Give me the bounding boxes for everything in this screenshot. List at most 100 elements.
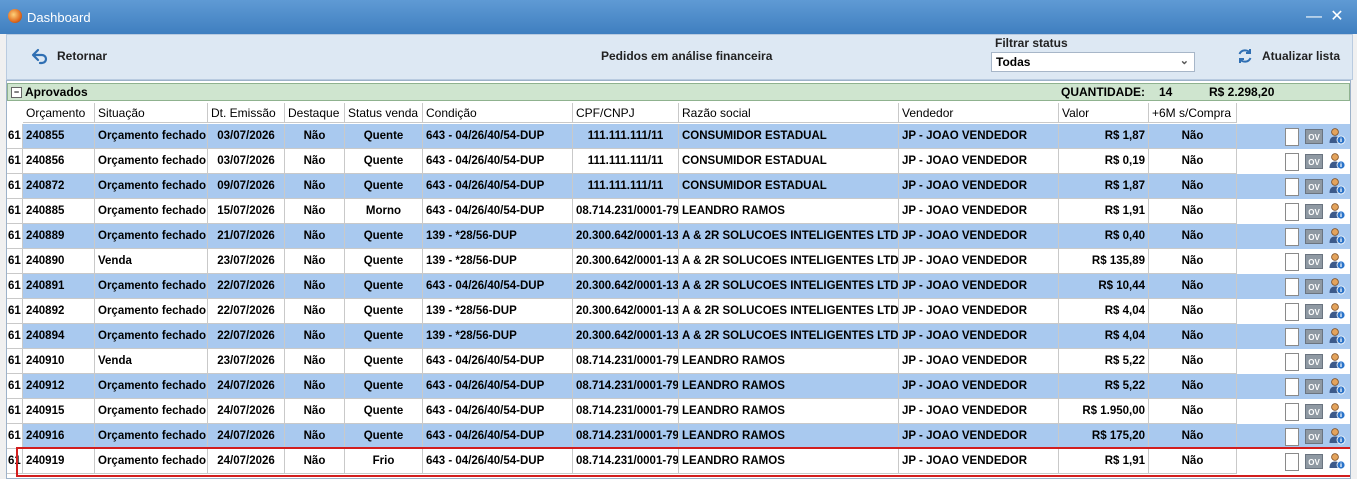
document-icon[interactable] — [1285, 428, 1299, 446]
document-icon[interactable] — [1285, 128, 1299, 146]
table-row[interactable]: 61 240916 Orçamento fechado 24/07/2026 Não Qu… — [7, 424, 1350, 449]
cell-valor: R$ 5,22 — [1059, 374, 1149, 399]
cell-destaque: Não — [285, 424, 345, 449]
ov-icon[interactable]: OV — [1305, 229, 1323, 244]
document-icon[interactable] — [1285, 228, 1299, 246]
user-info-icon[interactable] — [1328, 377, 1346, 395]
cell-situacao: Orçamento fechado — [95, 174, 208, 199]
cell-destaque: Não — [285, 124, 345, 149]
table-row[interactable]: 61 240856 Orçamento fechado 03/07/2026 Não Qu… — [7, 149, 1350, 174]
cell-valor: R$ 5,22 — [1059, 349, 1149, 374]
document-icon[interactable] — [1285, 203, 1299, 221]
ov-icon[interactable]: OV — [1305, 179, 1323, 194]
user-info-icon[interactable] — [1328, 327, 1346, 345]
col-header-6m-sem-compra[interactable]: +6M s/Compra — [1149, 103, 1237, 123]
filter-status-select[interactable]: Todas ⌄ — [991, 52, 1195, 72]
ov-icon[interactable]: OV — [1305, 304, 1323, 319]
table-row[interactable]: 61 240910 Venda 23/07/2026 Não Quente 643 - 04… — [7, 349, 1350, 374]
collapse-group-toggle[interactable]: − — [11, 87, 22, 98]
ov-icon[interactable]: OV — [1305, 429, 1323, 444]
user-info-icon[interactable] — [1328, 252, 1346, 270]
user-info-icon[interactable] — [1328, 452, 1346, 470]
col-header-vendedor[interactable]: Vendedor — [899, 103, 1059, 123]
document-icon[interactable] — [1285, 153, 1299, 171]
cell-destaque: Não — [285, 449, 345, 474]
row-prefix: 61 — [7, 149, 23, 174]
ov-icon[interactable]: OV — [1305, 329, 1323, 344]
col-header-orcamento[interactable]: Orçamento — [23, 103, 95, 123]
table-row[interactable]: 61 240885 Orçamento fechado 15/07/2026 Não Mo… — [7, 199, 1350, 224]
cell-razao: LEANDRO RAMOS — [679, 449, 899, 474]
col-header-valor[interactable]: Valor — [1059, 103, 1149, 123]
group-band-aprovados: − Aprovados QUANTIDADE: 14 R$ 2.298,20 — [7, 83, 1350, 101]
user-info-icon[interactable] — [1328, 277, 1346, 295]
minimize-button[interactable]: — — [1303, 6, 1325, 28]
cell-situacao: Orçamento fechado — [95, 224, 208, 249]
table-row[interactable]: 61 240915 Orçamento fechado 24/07/2026 Não Qu… — [7, 399, 1350, 424]
cell-destaque: Não — [285, 174, 345, 199]
table-row[interactable]: 61 240889 Orçamento fechado 21/07/2026 Não Qu… — [7, 224, 1350, 249]
back-button[interactable]: Retornar — [31, 43, 107, 69]
ov-icon[interactable]: OV — [1305, 379, 1323, 394]
toolbar: Retornar Pedidos em análise financeira F… — [6, 34, 1353, 80]
table-row[interactable]: 61 240872 Orçamento fechado 09/07/2026 Não Qu… — [7, 174, 1350, 199]
table-row[interactable]: 61 240892 Orçamento fechado 22/07/2026 Não Qu… — [7, 299, 1350, 324]
user-info-icon[interactable] — [1328, 152, 1346, 170]
close-button[interactable]: ✕ — [1326, 6, 1348, 28]
col-header-emissao[interactable]: Dt. Emissão — [208, 103, 285, 123]
document-icon[interactable] — [1285, 178, 1299, 196]
ov-icon[interactable]: OV — [1305, 404, 1323, 419]
user-info-icon[interactable] — [1328, 177, 1346, 195]
ov-icon[interactable]: OV — [1305, 129, 1323, 144]
row-actions: OV — [1283, 349, 1350, 374]
document-icon[interactable] — [1285, 328, 1299, 346]
table-row[interactable]: 61 240855 Orçamento fechado 03/07/2026 Não Qu… — [7, 124, 1350, 149]
cell-condicao: 643 - 04/26/40/54-DUP — [423, 424, 573, 449]
col-header-destaque[interactable]: Destaque — [285, 103, 345, 123]
user-info-icon[interactable] — [1328, 127, 1346, 145]
table-row[interactable]: 61 240919 Orçamento fechado 24/07/2026 Não Fr… — [7, 449, 1350, 474]
user-info-icon[interactable] — [1328, 427, 1346, 445]
document-icon[interactable] — [1285, 353, 1299, 371]
col-header-condicao[interactable]: Condição — [423, 103, 573, 123]
col-header-situacao[interactable]: Situação — [95, 103, 208, 123]
user-info-icon[interactable] — [1328, 202, 1346, 220]
ov-icon[interactable]: OV — [1305, 279, 1323, 294]
cell-valor: R$ 135,89 — [1059, 249, 1149, 274]
col-header-cpf-cnpj[interactable]: CPF/CNPJ — [573, 103, 679, 123]
user-info-icon[interactable] — [1328, 227, 1346, 245]
cell-orcamento: 240891 — [23, 274, 95, 299]
cell-status: Quente — [345, 399, 423, 424]
cell-seis-m: Não — [1149, 224, 1237, 249]
ov-icon[interactable]: OV — [1305, 454, 1323, 469]
document-icon[interactable] — [1285, 303, 1299, 321]
col-header-status-venda[interactable]: Status venda — [345, 103, 423, 123]
table-row[interactable]: 61 240890 Venda 23/07/2026 Não Quente 139 - *2… — [7, 249, 1350, 274]
ov-icon[interactable]: OV — [1305, 354, 1323, 369]
document-icon[interactable] — [1285, 253, 1299, 271]
ov-icon[interactable]: OV — [1305, 254, 1323, 269]
user-info-icon[interactable] — [1328, 402, 1346, 420]
cell-razao: LEANDRO RAMOS — [679, 374, 899, 399]
document-icon[interactable] — [1285, 453, 1299, 471]
refresh-list-button[interactable]: Atualizar lista — [1236, 43, 1340, 69]
table-row[interactable]: 61 240912 Orçamento fechado 24/07/2026 Não Qu… — [7, 374, 1350, 399]
cell-orcamento: 240885 — [23, 199, 95, 224]
cell-situacao: Orçamento fechado — [95, 424, 208, 449]
cell-valor: R$ 1,87 — [1059, 174, 1149, 199]
col-header-razao-social[interactable]: Razão social — [679, 103, 899, 123]
user-info-icon[interactable] — [1328, 302, 1346, 320]
quantity-label: QUANTIDADE: — [1061, 85, 1145, 99]
cell-valor: R$ 1.950,00 — [1059, 399, 1149, 424]
cell-destaque: Não — [285, 324, 345, 349]
cell-status: Morno — [345, 199, 423, 224]
table-row[interactable]: 61 240894 Orçamento fechado 22/07/2026 Não Qu… — [7, 324, 1350, 349]
table-row[interactable]: 61 240891 Orçamento fechado 22/07/2026 Não Qu… — [7, 274, 1350, 299]
ov-icon[interactable]: OV — [1305, 154, 1323, 169]
row-prefix: 61 — [7, 274, 23, 299]
document-icon[interactable] — [1285, 378, 1299, 396]
ov-icon[interactable]: OV — [1305, 204, 1323, 219]
document-icon[interactable] — [1285, 278, 1299, 296]
user-info-icon[interactable] — [1328, 352, 1346, 370]
document-icon[interactable] — [1285, 403, 1299, 421]
